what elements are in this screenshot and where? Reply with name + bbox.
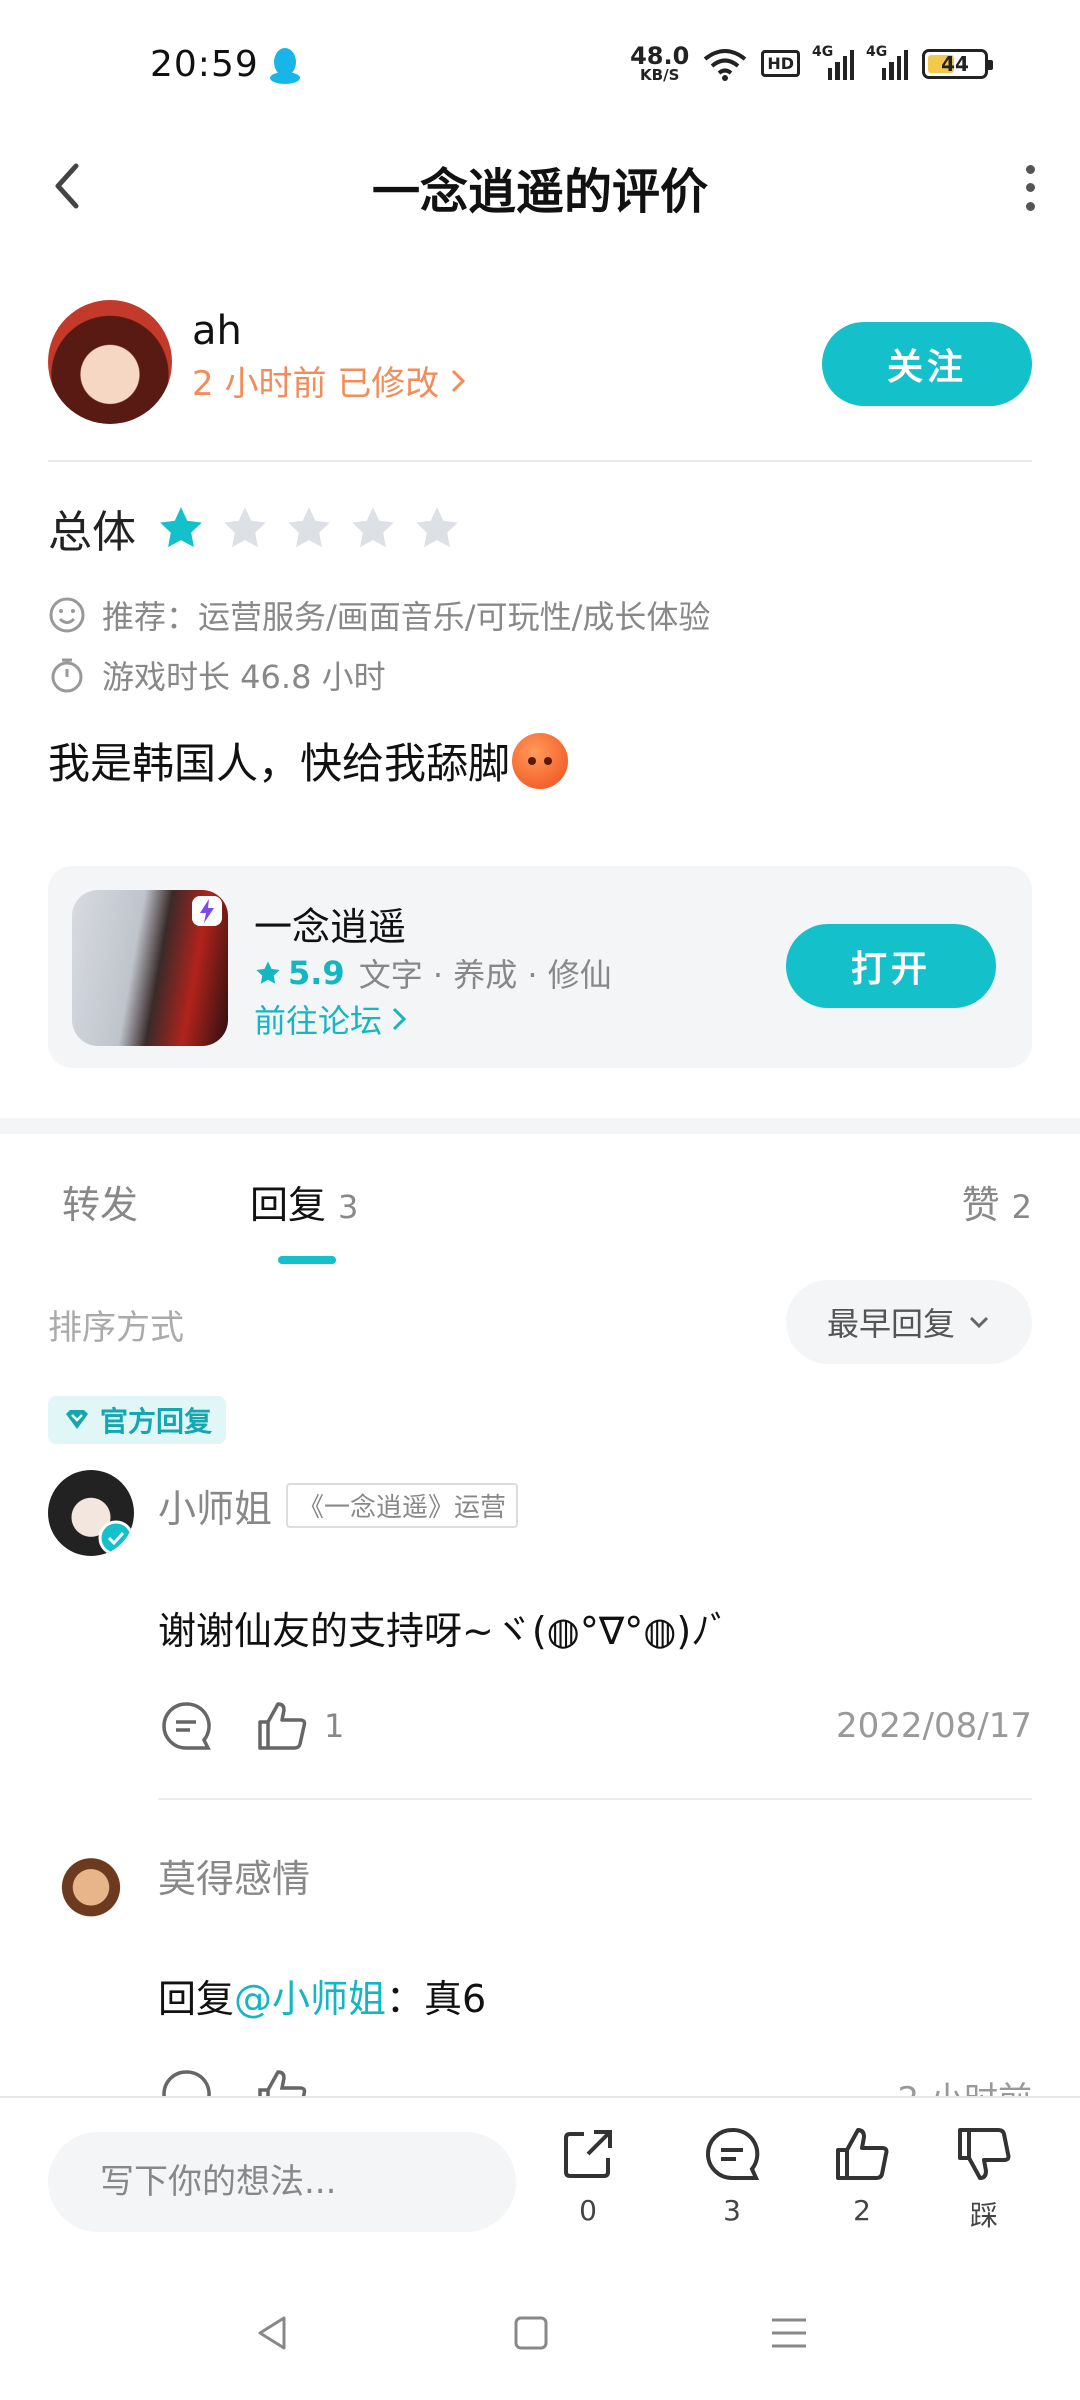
qq-icon (270, 48, 300, 84)
game-meta: 5.9 文字 · 养成 · 修仙 (254, 950, 612, 996)
chevron-right-icon (452, 369, 466, 392)
chevron-down-icon (969, 1316, 989, 1329)
angry-emoji-icon (512, 732, 569, 789)
share-button[interactable]: 0 (538, 2124, 638, 2227)
lightning-badge-icon (192, 896, 222, 926)
official-reply-tag: 官方回复 (48, 1396, 227, 1444)
status-time: 20:59 (150, 44, 259, 85)
comment-actions (158, 2066, 310, 2096)
comment-actions: 1 (158, 1698, 344, 1754)
nav-home-icon[interactable] (506, 2308, 556, 2358)
sort-label: 排序方式 (48, 1308, 184, 1348)
comment-icon[interactable] (158, 1698, 214, 1754)
rating-label: 总体 (48, 507, 136, 558)
forum-link[interactable]: 前往论坛 (254, 996, 408, 1042)
smile-icon (49, 597, 85, 633)
star-icon (416, 507, 458, 548)
nav-back-icon[interactable] (248, 2308, 298, 2358)
author-meta[interactable]: 2 小时前 已修改 (192, 356, 467, 405)
hd-icon: HD (761, 50, 800, 77)
review-text: 我是韩国人，快给我舔脚 (48, 730, 569, 791)
role-badge: 《一念逍遥》运营 (286, 1483, 519, 1528)
follow-button[interactable]: 关注 (822, 322, 1032, 406)
comment-item: 小师姐 《一念逍遥》运营 谢谢仙友的支持呀~ヾ(◍°∇°◍)ﾉﾞ 1 2022/… (48, 1470, 1032, 1800)
timer-icon (51, 658, 83, 693)
nav-menu-icon[interactable] (764, 2308, 814, 2358)
recommend-line: 推荐：运营服务/画面音乐/可玩性/成长体验 (48, 592, 710, 638)
like-count: 1 (324, 1707, 345, 1745)
star-icon (256, 961, 280, 984)
sort-row: 排序方式 最早回复 (48, 1280, 1032, 1364)
like-button[interactable]: 2 (812, 2124, 912, 2227)
comment-date: 2022/08/17 (836, 1706, 1032, 1746)
star-rating (156, 503, 462, 553)
open-button[interactable]: 打开 (786, 924, 996, 1008)
star-icon (288, 507, 330, 548)
system-nav-bar (0, 2266, 1080, 2400)
page-title: 一念逍遥的评价 (371, 164, 708, 220)
star-icon (352, 507, 394, 548)
comment-author[interactable]: 小师姐 《一念逍遥》运营 (158, 1478, 519, 1533)
comment-item: 莫得感情 回复@小师姐：真6 2 小时前 (48, 1840, 1032, 2096)
tab-reply[interactable]: 回复 3 (250, 1174, 358, 1229)
star-icon (160, 507, 202, 548)
comment-text: 谢谢仙友的支持呀~ヾ(◍°∇°◍)ﾉﾞ (158, 1609, 730, 1653)
game-card[interactable]: 一念逍遥 5.9 文字 · 养成 · 修仙 前往论坛 打开 (48, 866, 1032, 1068)
sort-dropdown[interactable]: 最早回复 (786, 1280, 1032, 1364)
verified-icon (98, 1520, 134, 1556)
heart-badge-icon (66, 1410, 88, 1429)
tab-indicator (278, 1256, 336, 1264)
game-tags: 文字 · 养成 · 修仙 (358, 956, 612, 994)
author-row: ah 2 小时前 已修改 关注 (48, 300, 1032, 430)
comment-input[interactable] (48, 2132, 516, 2232)
bottom-bar: 0 3 2 踩 (0, 2096, 1080, 2266)
comments-button[interactable]: 3 (682, 2124, 782, 2227)
section-gap (0, 1118, 1080, 1134)
signal-icon: 4G (866, 44, 908, 80)
status-bar: 20:59 48.0 KB/S HD 4G 4G 44 (0, 0, 1080, 130)
author-name[interactable]: ah (192, 308, 242, 354)
star-icon (224, 507, 266, 548)
thumbs-up-icon (836, 2128, 889, 2180)
dislike-button[interactable]: 踩 (934, 2124, 1034, 2234)
comment-author[interactable]: 莫得感情 (158, 1848, 310, 1903)
avatar[interactable] (48, 300, 172, 424)
avatar[interactable] (48, 1840, 134, 1926)
game-icon (72, 890, 228, 1046)
tab-repost[interactable]: 转发 (62, 1174, 138, 1229)
status-icons: 48.0 KB/S HD 4G 4G 44 (630, 42, 993, 84)
comment-icon (706, 2127, 760, 2180)
divider (48, 460, 1032, 462)
comment-icon[interactable] (158, 2066, 214, 2096)
tab-like[interactable]: 赞2 (962, 1174, 1032, 1229)
mention-link[interactable]: @小师姐 (234, 1977, 386, 2021)
signal-icon: 4G (812, 44, 854, 80)
avatar[interactable] (48, 1470, 134, 1556)
net-speed: 48.0 KB/S (630, 42, 690, 84)
tab-bar: 转发 回复 3 赞2 (0, 1134, 1080, 1274)
share-icon (564, 2130, 612, 2178)
thumbs-up-icon[interactable] (254, 2066, 310, 2096)
wifi-icon (704, 48, 747, 81)
battery-icon: 44 (922, 48, 993, 79)
more-icon[interactable] (1014, 160, 1046, 216)
comment-text: 回复@小师姐：真6 (158, 1977, 487, 2021)
divider (158, 1798, 1032, 1800)
game-name: 一念逍遥 (254, 905, 407, 949)
thumbs-down-icon (958, 2128, 1011, 2180)
thumbs-up-icon[interactable] (254, 1698, 310, 1754)
comment-date: 2 小时前 (898, 2072, 1032, 2096)
game-score: 5.9 (254, 954, 345, 992)
nav-bar: 一念逍遥的评价 (0, 130, 1080, 240)
play-time-line: 游戏时长 46.8 小时 (48, 652, 386, 698)
chevron-right-icon (392, 1007, 407, 1031)
rating-row: 总体 (48, 496, 462, 560)
